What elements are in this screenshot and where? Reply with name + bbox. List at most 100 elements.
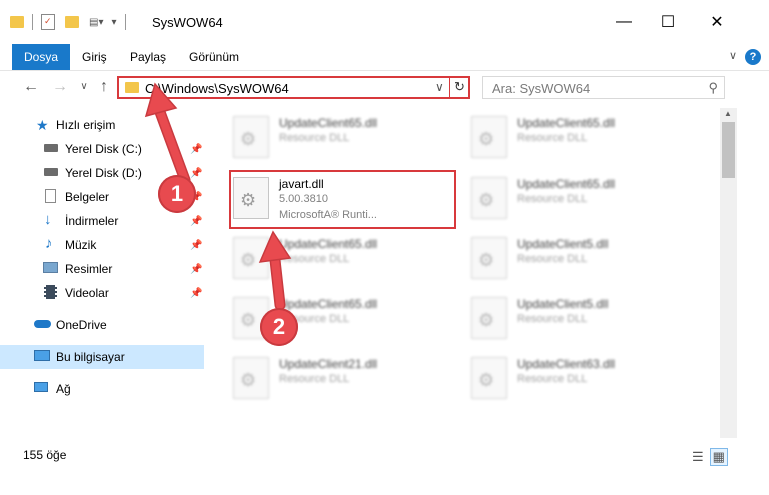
separator bbox=[32, 14, 33, 30]
ribbon-tabs: Dosya Giriş Paylaş Görünüm ∨ ? bbox=[0, 44, 769, 71]
drive-icon bbox=[44, 168, 58, 176]
dll-file-icon: ⚙ bbox=[471, 116, 507, 158]
file-item[interactable]: ⚙ UpdateClient65.dll Resource DLL bbox=[231, 233, 461, 291]
file-name: UpdateClient5.dll bbox=[517, 237, 609, 251]
nav-item-label: Videolar bbox=[65, 286, 109, 300]
folder-icon bbox=[10, 16, 24, 28]
dll-file-icon: ⚙ bbox=[233, 237, 269, 279]
pin-icon[interactable]: 📌 bbox=[190, 216, 202, 227]
file-name: UpdateClient63.dll bbox=[517, 357, 616, 371]
back-button[interactable]: ← bbox=[21, 78, 41, 96]
new-folder-icon[interactable] bbox=[65, 16, 79, 28]
nav-item-label: OneDrive bbox=[56, 318, 107, 332]
file-item[interactable]: ⚙ UpdateClient65.dll Resource DLL bbox=[469, 112, 699, 170]
recent-locations-button[interactable]: ∨ bbox=[74, 81, 94, 92]
dropdown-icon[interactable]: ▾ bbox=[111, 17, 116, 28]
file-item[interactable]: ⚙ UpdateClient5.dll Resource DLL bbox=[469, 233, 699, 291]
nav-item-label: Ağ bbox=[56, 382, 71, 396]
dll-file-icon: ⚙ bbox=[471, 237, 507, 279]
file-description: Resource DLL bbox=[517, 132, 588, 144]
nav-item-pictures[interactable]: Resimler 📌 bbox=[0, 257, 204, 281]
pictures-icon bbox=[43, 262, 58, 273]
vertical-scrollbar[interactable]: ▲ bbox=[720, 108, 737, 438]
navigation-pane: ★ Hızlı erişim Yerel Disk (C:) 📌 Yerel D… bbox=[0, 108, 204, 438]
window-title: SysWOW64 bbox=[152, 15, 223, 30]
drive-icon bbox=[44, 144, 58, 152]
dll-file-icon: ⚙ bbox=[471, 357, 507, 399]
network-icon bbox=[34, 382, 48, 392]
ribbon-collapse-icon[interactable]: ∨ bbox=[729, 49, 737, 62]
file-description: Resource DLL bbox=[517, 193, 588, 205]
file-description: Resource DLL bbox=[279, 132, 350, 144]
file-description: Resource DLL bbox=[517, 313, 588, 325]
file-item[interactable]: ⚙ UpdateClient65.dll Resource DLL bbox=[469, 173, 699, 231]
scrollbar-thumb[interactable] bbox=[722, 122, 735, 178]
minimize-button[interactable]: — bbox=[604, 10, 644, 34]
nav-item-label: Müzik bbox=[65, 238, 97, 252]
title-bar: ✓ ▤▾ ▾ SysWOW64 — ☐ ✕ bbox=[0, 0, 769, 44]
highlight-box bbox=[229, 170, 456, 229]
nav-item-label: Resimler bbox=[65, 262, 113, 276]
tab-share[interactable]: Paylaş bbox=[118, 44, 178, 70]
nav-item-network[interactable]: Ağ bbox=[0, 377, 204, 401]
pin-icon[interactable]: 📌 bbox=[190, 288, 202, 299]
large-icons-view-icon[interactable]: ▦ bbox=[709, 448, 728, 466]
file-name: UpdateClient65.dll bbox=[279, 297, 378, 311]
search-icon[interactable]: ⚲ bbox=[708, 80, 718, 96]
customize-toolbar-icon[interactable]: ▤▾ bbox=[89, 17, 103, 28]
file-name: UpdateClient65.dll bbox=[279, 116, 378, 130]
search-input[interactable]: Ara: SysWOW64 bbox=[492, 81, 590, 96]
nav-item-label: Bu bilgisayar bbox=[56, 350, 125, 364]
dll-file-icon: ⚙ bbox=[233, 116, 269, 158]
properties-icon[interactable]: ✓ bbox=[41, 14, 55, 30]
file-item[interactable]: ⚙ UpdateClient65.dll Resource DLL bbox=[231, 112, 461, 170]
item-count: 155 öğe bbox=[23, 448, 67, 462]
help-icon[interactable]: ? bbox=[745, 49, 761, 65]
maximize-button[interactable]: ☐ bbox=[648, 10, 688, 34]
documents-icon bbox=[45, 189, 56, 203]
step-badge-1: 1 bbox=[158, 175, 196, 213]
nav-item-quick-access[interactable]: ★ Hızlı erişim bbox=[0, 113, 204, 137]
file-name: UpdateClient5.dll bbox=[517, 297, 609, 311]
nav-item-onedrive[interactable]: OneDrive bbox=[0, 313, 204, 337]
tab-view[interactable]: Görünüm bbox=[177, 44, 251, 70]
file-item[interactable]: ⚙ UpdateClient5.dll Resource DLL bbox=[469, 293, 699, 351]
nav-item-label: Belgeler bbox=[65, 190, 110, 204]
pin-icon[interactable]: 📌 bbox=[190, 144, 202, 155]
address-path[interactable]: C:\Windows\SysWOW64 bbox=[145, 81, 289, 96]
details-view-icon[interactable]: ☰ bbox=[692, 449, 704, 465]
file-explorer-window: ✓ ▤▾ ▾ SysWOW64 — ☐ ✕ Dosya Giriş Paylaş… bbox=[0, 0, 769, 495]
address-dropdown-icon[interactable]: ∨ bbox=[435, 80, 444, 94]
tab-home[interactable]: Giriş bbox=[70, 44, 119, 70]
status-bar: 155 öğe ☰ ▦ bbox=[0, 440, 769, 470]
pin-icon[interactable]: 📌 bbox=[190, 264, 202, 275]
address-bar[interactable]: C:\Windows\SysWOW64 ∨ ↻ bbox=[117, 76, 470, 99]
pin-icon[interactable]: 📌 bbox=[190, 168, 202, 179]
separator bbox=[124, 14, 126, 30]
folder-icon bbox=[125, 82, 139, 93]
file-item[interactable]: ⚙ UpdateClient21.dll Resource DLL bbox=[231, 353, 461, 411]
nav-item-music[interactable]: ♪ Müzik 📌 bbox=[0, 233, 204, 257]
nav-item-label: Yerel Disk (D:) bbox=[65, 166, 142, 180]
search-box[interactable]: Ara: SysWOW64 ⚲ bbox=[482, 76, 725, 99]
nav-item-local-disk-c[interactable]: Yerel Disk (C:) 📌 bbox=[0, 137, 204, 161]
video-icon bbox=[44, 285, 57, 299]
nav-item-videos[interactable]: Videolar 📌 bbox=[0, 281, 204, 305]
up-button[interactable]: ↑ bbox=[94, 78, 114, 96]
music-icon: ♪ bbox=[45, 235, 53, 252]
tab-file[interactable]: Dosya bbox=[12, 44, 71, 70]
pin-icon[interactable]: 📌 bbox=[190, 240, 202, 251]
nav-item-label: Yerel Disk (C:) bbox=[65, 142, 142, 156]
refresh-button[interactable]: ↻ bbox=[449, 76, 469, 99]
scroll-up-icon[interactable]: ▲ bbox=[724, 109, 732, 118]
star-icon: ★ bbox=[36, 117, 49, 133]
nav-item-label: İndirmeler bbox=[65, 214, 119, 228]
nav-item-this-pc[interactable]: Bu bilgisayar bbox=[0, 345, 204, 369]
file-item[interactable]: ⚙ UpdateClient63.dll Resource DLL bbox=[469, 353, 699, 411]
dll-file-icon: ⚙ bbox=[233, 357, 269, 399]
file-description: Resource DLL bbox=[279, 373, 350, 385]
forward-button[interactable]: → bbox=[50, 78, 70, 96]
file-name: UpdateClient65.dll bbox=[279, 237, 378, 251]
close-button[interactable]: ✕ bbox=[697, 10, 737, 34]
view-toggle: ☰ ▦ bbox=[692, 448, 734, 466]
